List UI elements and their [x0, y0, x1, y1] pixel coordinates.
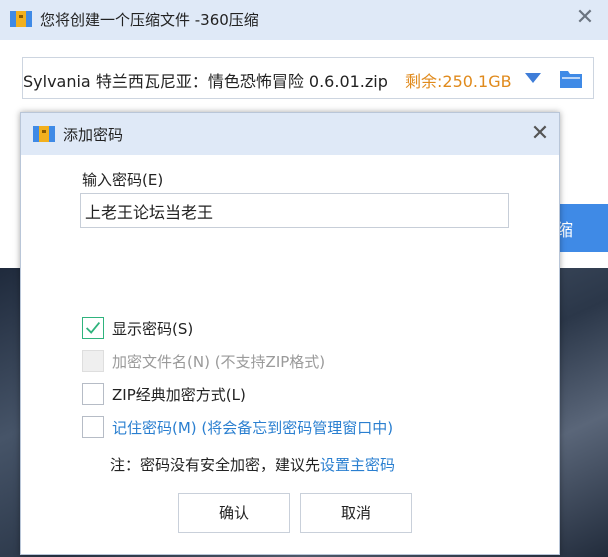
checkbox-unchecked-icon[interactable]	[82, 416, 104, 438]
360zip-app-icon	[33, 126, 55, 142]
dialog-title: 添加密码	[63, 126, 124, 144]
show-password-checkbox[interactable]: 显示密码(S)	[82, 317, 232, 341]
destination-path-box[interactable]: Sylvania 特兰西瓦尼亚：情色恐怖冒险 0.6.01.zip 剩余:250…	[22, 57, 594, 99]
checkbox-disabled-icon	[82, 350, 104, 372]
cancel-button[interactable]: 取消	[300, 493, 412, 533]
path-dropdown-icon[interactable]	[523, 70, 543, 86]
show-password-label: 显示密码(S)	[112, 320, 194, 338]
confirm-button[interactable]: 确认	[178, 493, 290, 533]
zip-classic-encryption-checkbox[interactable]: ZIP经典加密方式(L)	[82, 383, 292, 407]
encrypt-filenames-label: 加密文件名(N) (不支持ZIP格式)	[112, 353, 326, 371]
add-password-dialog: 添加密码 ✕ 输入密码(E) 显示密码(S) 加密文件名(N) (不支持ZIP格…	[20, 112, 560, 555]
checkbox-unchecked-icon[interactable]	[82, 383, 104, 405]
main-close-icon[interactable]: ✕	[572, 5, 598, 31]
dialog-close-icon[interactable]: ✕	[527, 121, 553, 147]
browse-folder-icon[interactable]	[559, 67, 583, 89]
password-input[interactable]	[80, 193, 509, 228]
set-master-password-link[interactable]: 设置主密码	[320, 456, 395, 474]
password-label: 输入密码(E)	[82, 171, 164, 189]
checkbox-checked-icon[interactable]	[82, 317, 104, 339]
dialog-titlebar: 添加密码 ✕	[21, 113, 559, 155]
main-titlebar: 您将创建一个压缩文件 -360压缩 ✕	[0, 0, 608, 40]
free-space-label: 剩余:250.1GB	[405, 72, 512, 91]
remember-password-label[interactable]: 记住密码(M) (将会备忘到密码管理窗口中)	[112, 417, 393, 438]
360zip-app-icon	[10, 11, 32, 27]
main-window-title: 您将创建一个压缩文件 -360压缩	[40, 11, 259, 29]
security-note-text: 注：密码没有安全加密，建议先	[110, 456, 321, 474]
destination-path[interactable]: Sylvania 特兰西瓦尼亚：情色恐怖冒险 0.6.01.zip	[23, 68, 403, 92]
encrypt-filenames-checkbox: 加密文件名(N) (不支持ZIP格式)	[82, 350, 372, 374]
remember-password-checkbox[interactable]: 记住密码(M) (将会备忘到密码管理窗口中)	[82, 416, 462, 440]
zip-classic-encryption-label: ZIP经典加密方式(L)	[112, 386, 246, 404]
security-note: 注：密码没有安全加密，建议先设置主密码	[110, 454, 395, 475]
